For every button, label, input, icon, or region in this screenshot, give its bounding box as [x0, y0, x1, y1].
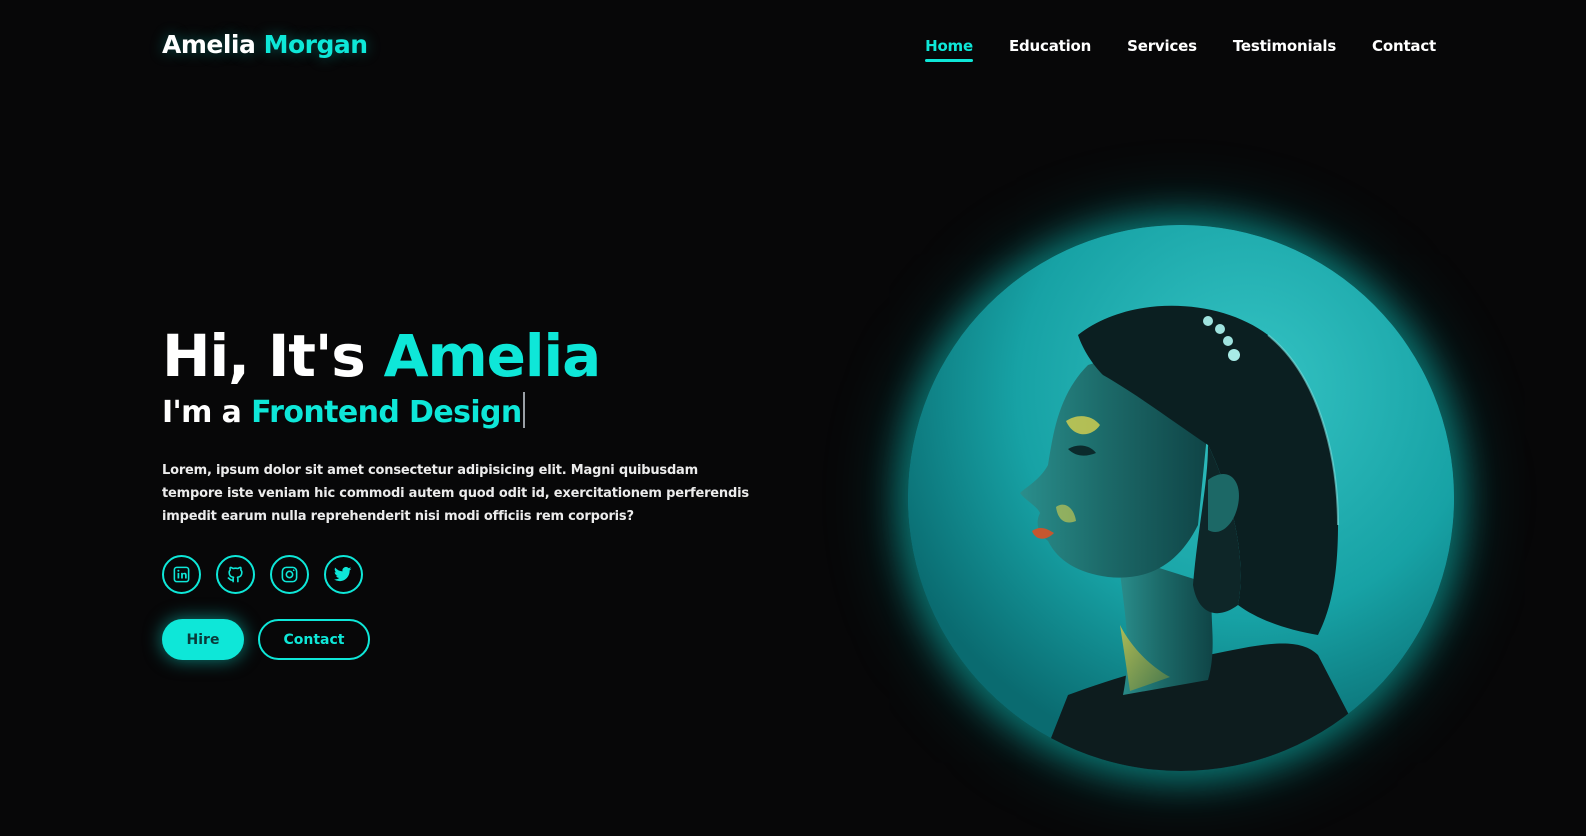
hero-greeting: Hi, It's [162, 322, 366, 390]
role-text: Frontend Design [251, 395, 522, 430]
hire-button[interactable]: Hire [162, 619, 244, 660]
nav-item-education[interactable]: Education [1009, 37, 1091, 59]
contact-button[interactable]: Contact [258, 619, 370, 660]
twitter-icon [334, 566, 352, 582]
instagram-link[interactable] [270, 555, 309, 594]
github-link[interactable] [216, 555, 255, 594]
profile-photo [908, 225, 1454, 771]
typing-caret [522, 392, 525, 428]
hero-section: Hi, It's Amelia I'm a Frontend Design Lo… [162, 322, 782, 660]
role-prefix: I'm a [162, 395, 242, 430]
twitter-link[interactable] [324, 555, 363, 594]
hero-name: Amelia [383, 322, 602, 390]
nav-item-contact[interactable]: Contact [1372, 37, 1436, 59]
nav-item-services[interactable]: Services [1127, 37, 1197, 59]
nav-item-home[interactable]: Home [925, 37, 973, 62]
hero-description: Lorem, ipsum dolor sit amet consectetur … [162, 463, 749, 524]
linkedin-icon [173, 566, 190, 583]
portfolio-page: Amelia Morgan Home Education Services Te… [0, 0, 1586, 836]
nav-item-testimonials[interactable]: Testimonials [1233, 37, 1336, 59]
brand-first-name: Amelia [162, 30, 256, 59]
hero-subheading: I'm a Frontend Design [162, 392, 782, 433]
social-links [162, 555, 782, 594]
main-nav: Home Education Services Testimonials Con… [925, 37, 1436, 62]
instagram-icon [281, 566, 298, 583]
hero-heading: Hi, It's Amelia [162, 322, 782, 390]
github-icon [227, 566, 243, 583]
hero-buttons: Hire Contact [162, 619, 782, 660]
woman-portrait-illustration [908, 225, 1454, 771]
brand-last-name: Morgan [263, 30, 368, 59]
brand-logo[interactable]: Amelia Morgan [162, 30, 368, 59]
linkedin-link[interactable] [162, 555, 201, 594]
